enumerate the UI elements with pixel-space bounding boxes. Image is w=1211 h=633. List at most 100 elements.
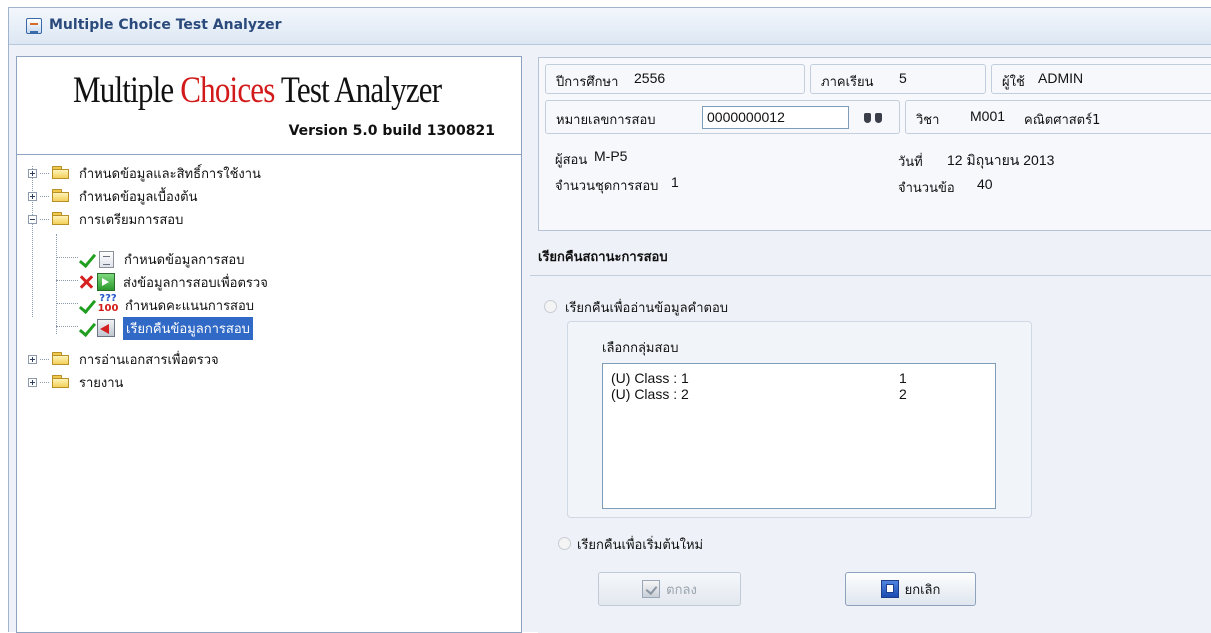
tree-item-label: การเตรียมการสอบ [79, 212, 184, 228]
check-icon [77, 319, 97, 337]
check-icon [77, 250, 97, 268]
items-value: 40 [977, 176, 993, 192]
exam-group-list[interactable]: (U) Class : 1 1 (U) Class : 2 2 [602, 363, 996, 509]
app-logo: Multiple Choices Test Analyzer Version 5… [17, 57, 521, 155]
logo-word-choices: Choices [180, 70, 275, 111]
tree-item-label: กำหนดคะแนนการสอบ [125, 298, 255, 314]
tree-item-send-exam-data[interactable]: ส่งข้อมูลการสอบเพื่อตรวจ [77, 271, 268, 293]
tree-connector [40, 218, 49, 220]
examiner-label: ผู้สอน [555, 153, 588, 168]
tree-item-label: กำหนดข้อมูลเบื้องต้น [79, 189, 198, 205]
tree-item-read-documents[interactable]: การอ่านเอกสารเพื่อตรวจ [28, 348, 219, 370]
tree-connector [40, 358, 49, 360]
send-icon [97, 273, 115, 291]
date-value: 12 มิถุนายน 2013 [947, 152, 1055, 168]
exam-number-label: หมายเลขการสอบ [556, 113, 656, 128]
app-icon [26, 18, 42, 34]
tree-item-label: ส่งข้อมูลการสอบเพื่อตรวจ [123, 275, 268, 291]
tree-item-label-selected: เรียกคืนข้อมูลการสอบ [123, 316, 253, 340]
tree-connector [56, 257, 78, 258]
list-item[interactable]: (U) Class : 2 2 [611, 386, 907, 402]
ok-button-label: ตกลง [666, 582, 697, 598]
tree-connector [40, 381, 49, 383]
divider [530, 275, 1211, 276]
group-name: (U) Class : 2 [611, 386, 689, 402]
ok-button[interactable]: ตกลง [598, 572, 741, 606]
tree-item-define-scores[interactable]: ??? 100 กำหนดคะแนนการสอบ [77, 294, 255, 316]
folder-icon [52, 352, 70, 366]
radio-read-answers-label[interactable]: เรียกคืนเพื่ออ่านข้อมูลคำตอบ [565, 297, 728, 318]
tree-connector [56, 303, 78, 304]
examiner-value: M-P5 [594, 148, 628, 164]
radio-read-answers[interactable] [544, 300, 557, 313]
tree-item-label: รายงาน [79, 375, 124, 391]
expand-icon[interactable] [28, 377, 37, 387]
items-label: จำนวนข้อ [898, 181, 955, 196]
score-icon: ??? 100 [97, 294, 119, 316]
term-box: ภาคเรียน 5 [810, 64, 986, 94]
term-value: 5 [899, 70, 907, 86]
cancel-button[interactable]: ยกเลิก [845, 572, 976, 606]
term-label: ภาคเรียน [821, 75, 874, 90]
navigation-panel: Multiple Choices Test Analyzer Version 5… [16, 56, 522, 633]
cross-icon [77, 273, 97, 291]
tree-connector [56, 326, 78, 327]
exam-info-panel: ปีการศึกษา 2556 ภาคเรียน 5 ผู้ใช้ ADMIN … [538, 57, 1211, 231]
score-icon-bottom: 100 [97, 303, 119, 314]
radio-restart-label[interactable]: เรียกคืนเพื่อเริ่มต้นใหม่ [577, 534, 703, 555]
tree-item-reports[interactable]: รายงาน [28, 371, 123, 393]
section-title: เรียกคืนสถานะการสอบ [538, 250, 668, 265]
logo-text: Multiple Choices Test Analyzer [73, 69, 442, 112]
tree-connector [40, 195, 49, 197]
floppy-icon [880, 580, 899, 598]
tree-item-restore-exam-data[interactable]: เรียกคืนข้อมูลการสอบ [77, 316, 253, 340]
group-number: 2 [899, 386, 907, 402]
radio-restart[interactable] [558, 537, 571, 550]
logo-word-test-analyzer: Test Analyzer [280, 70, 442, 111]
group-number: 1 [899, 370, 907, 386]
tree-item-define-exam-data[interactable]: กำหนดข้อมูลการสอบ [77, 248, 244, 270]
tree-connector [40, 172, 49, 174]
tree-item-label: กำหนดข้อมูลการสอบ [124, 252, 245, 268]
window-title: Multiple Choice Test Analyzer [49, 17, 282, 33]
cancel-button-label: ยกเลิก [904, 582, 941, 598]
version-label: Version 5.0 build 1300821 [288, 123, 495, 139]
app-window: Multiple Choice Test Analyzer Multiple C… [8, 7, 1211, 633]
exam-number-input[interactable]: 0000000012 [702, 106, 849, 129]
title-bar: Multiple Choice Test Analyzer [9, 8, 1211, 45]
list-item[interactable]: (U) Class : 1 1 [611, 370, 907, 386]
folder-icon [52, 166, 70, 180]
expand-icon[interactable] [28, 168, 37, 178]
exam-sets-value: 1 [671, 174, 679, 190]
exam-number-box: หมายเลขการสอบ 0000000012 [545, 100, 900, 134]
subject-box: วิชา M001 คณิตศาสตร์1 [905, 100, 1211, 134]
folder-icon [52, 375, 70, 389]
expand-icon[interactable] [28, 191, 37, 201]
restore-status-panel: เรียกคืนสถานะการสอบ เรียกคืนเพื่ออ่านข้อ… [530, 238, 1211, 633]
year-label: ปีการศึกษา [556, 75, 619, 90]
tree-connector [56, 234, 57, 334]
folder-icon [52, 189, 70, 203]
subject-label: วิชา [916, 113, 940, 128]
tree-item-basic-data[interactable]: กำหนดข้อมูลเบื้องต้น [28, 185, 197, 207]
collapse-icon[interactable] [28, 214, 37, 224]
user-label: ผู้ใช้ [1002, 75, 1025, 90]
subject-name: คณิตศาสตร์1 [1024, 113, 1101, 128]
check-icon [77, 296, 97, 314]
year-value: 2556 [634, 70, 666, 86]
restore-icon [97, 319, 115, 337]
user-box: ผู้ใช้ ADMIN [991, 64, 1211, 94]
search-icon[interactable] [864, 110, 882, 124]
folder-icon [52, 212, 70, 226]
group-name: (U) Class : 1 [611, 370, 689, 386]
tree-item-exam-preparation[interactable]: การเตรียมการสอบ [28, 208, 183, 230]
subject-code: M001 [970, 108, 1006, 124]
tree-connector [56, 280, 78, 281]
confirm-icon [642, 580, 661, 598]
year-box: ปีการศึกษา 2556 [545, 64, 805, 94]
expand-icon[interactable] [28, 354, 37, 364]
user-value: ADMIN [1038, 70, 1084, 86]
date-label: วันที่ [898, 155, 923, 170]
tree-item-label: กำหนดข้อมูลและสิทธิ์การใช้งาน [79, 166, 261, 182]
tree-item-permissions[interactable]: กำหนดข้อมูลและสิทธิ์การใช้งาน [28, 162, 261, 184]
